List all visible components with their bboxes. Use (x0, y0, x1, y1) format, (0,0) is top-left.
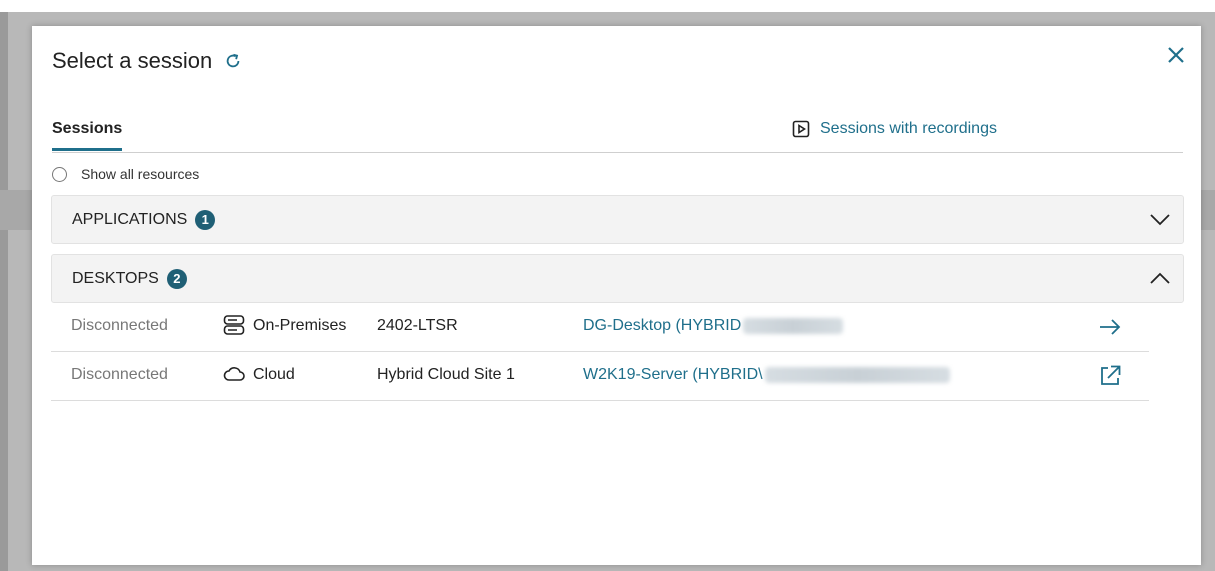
session-status: Disconnected (71, 317, 168, 334)
tab-bar: Sessions Sessions with recordings (52, 112, 1183, 153)
select-session-dialog: Select a session Sessions Sessions with … (32, 26, 1201, 565)
desktop-name: DG-Desktop (HYBRID (583, 317, 742, 334)
tab-recordings-label: Sessions with recordings (820, 120, 997, 137)
session-row[interactable]: Disconnected Cloud Hybrid Cloud Site 1 W… (51, 352, 1149, 401)
desktop-session-list: Disconnected On-Premises 2402-LTSR DG-De… (51, 303, 1149, 401)
session-row[interactable]: Disconnected On-Premises 2402-LTSR DG-De… (51, 303, 1149, 352)
chevron-up-icon[interactable] (1149, 267, 1171, 289)
desktops-section-header[interactable]: DESKTOPS 2 (51, 254, 1184, 303)
applications-section-header[interactable]: APPLICATIONS 1 (51, 195, 1184, 244)
session-site: 2402-LTSR (377, 317, 458, 334)
redacted-text (764, 366, 950, 383)
dialog-header: Select a session (52, 48, 242, 74)
server-icon (223, 315, 245, 335)
recording-icon (792, 120, 810, 138)
background-left-edge (0, 12, 8, 571)
session-site: Hybrid Cloud Site 1 (377, 366, 515, 383)
external-link-icon[interactable] (1098, 364, 1122, 388)
desktop-name: W2K19-Server (HYBRID\ (583, 366, 763, 383)
arrow-right-icon[interactable] (1098, 315, 1122, 339)
dialog-title: Select a session (52, 48, 213, 73)
show-all-radio[interactable] (52, 166, 67, 182)
session-location: On-Premises (253, 317, 347, 334)
cloud-icon (223, 367, 245, 381)
session-location: Cloud (253, 366, 295, 383)
count-badge: 1 (195, 209, 216, 230)
section-label: DESKTOPS (72, 269, 159, 287)
desktop-link[interactable]: W2K19-Server (HYBRID\ (583, 366, 950, 384)
count-badge: 2 (166, 268, 187, 289)
background-header (0, 0, 1215, 12)
session-status: Disconnected (71, 366, 168, 383)
tab-sessions-with-recordings[interactable]: Sessions with recordings (792, 120, 997, 138)
show-all-resources-option[interactable]: Show all resources (52, 166, 199, 182)
chevron-down-icon[interactable] (1149, 208, 1171, 230)
desktop-link[interactable]: DG-Desktop (HYBRID (583, 317, 844, 335)
refresh-icon[interactable] (224, 52, 242, 70)
redacted-text (743, 317, 844, 334)
show-all-label: Show all resources (81, 166, 200, 182)
tab-sessions[interactable]: Sessions (52, 120, 123, 151)
section-label: APPLICATIONS (72, 210, 188, 228)
close-icon[interactable] (1167, 46, 1185, 64)
